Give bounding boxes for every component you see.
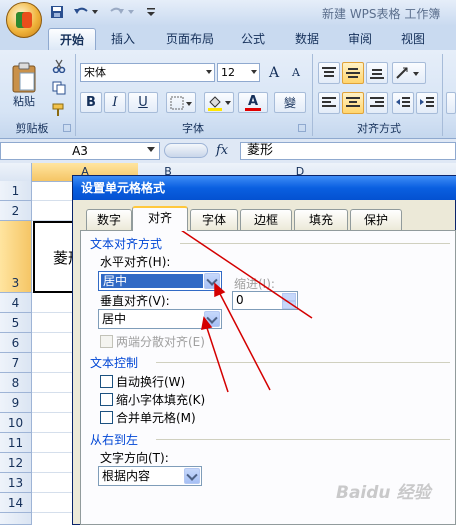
annotation-arrows (164, 219, 313, 393)
tab-alignment[interactable]: 对齐 (132, 206, 188, 231)
office-logo-icon (16, 12, 32, 28)
office-button[interactable] (6, 2, 42, 38)
watermark: Baidu 经验 (336, 483, 431, 503)
